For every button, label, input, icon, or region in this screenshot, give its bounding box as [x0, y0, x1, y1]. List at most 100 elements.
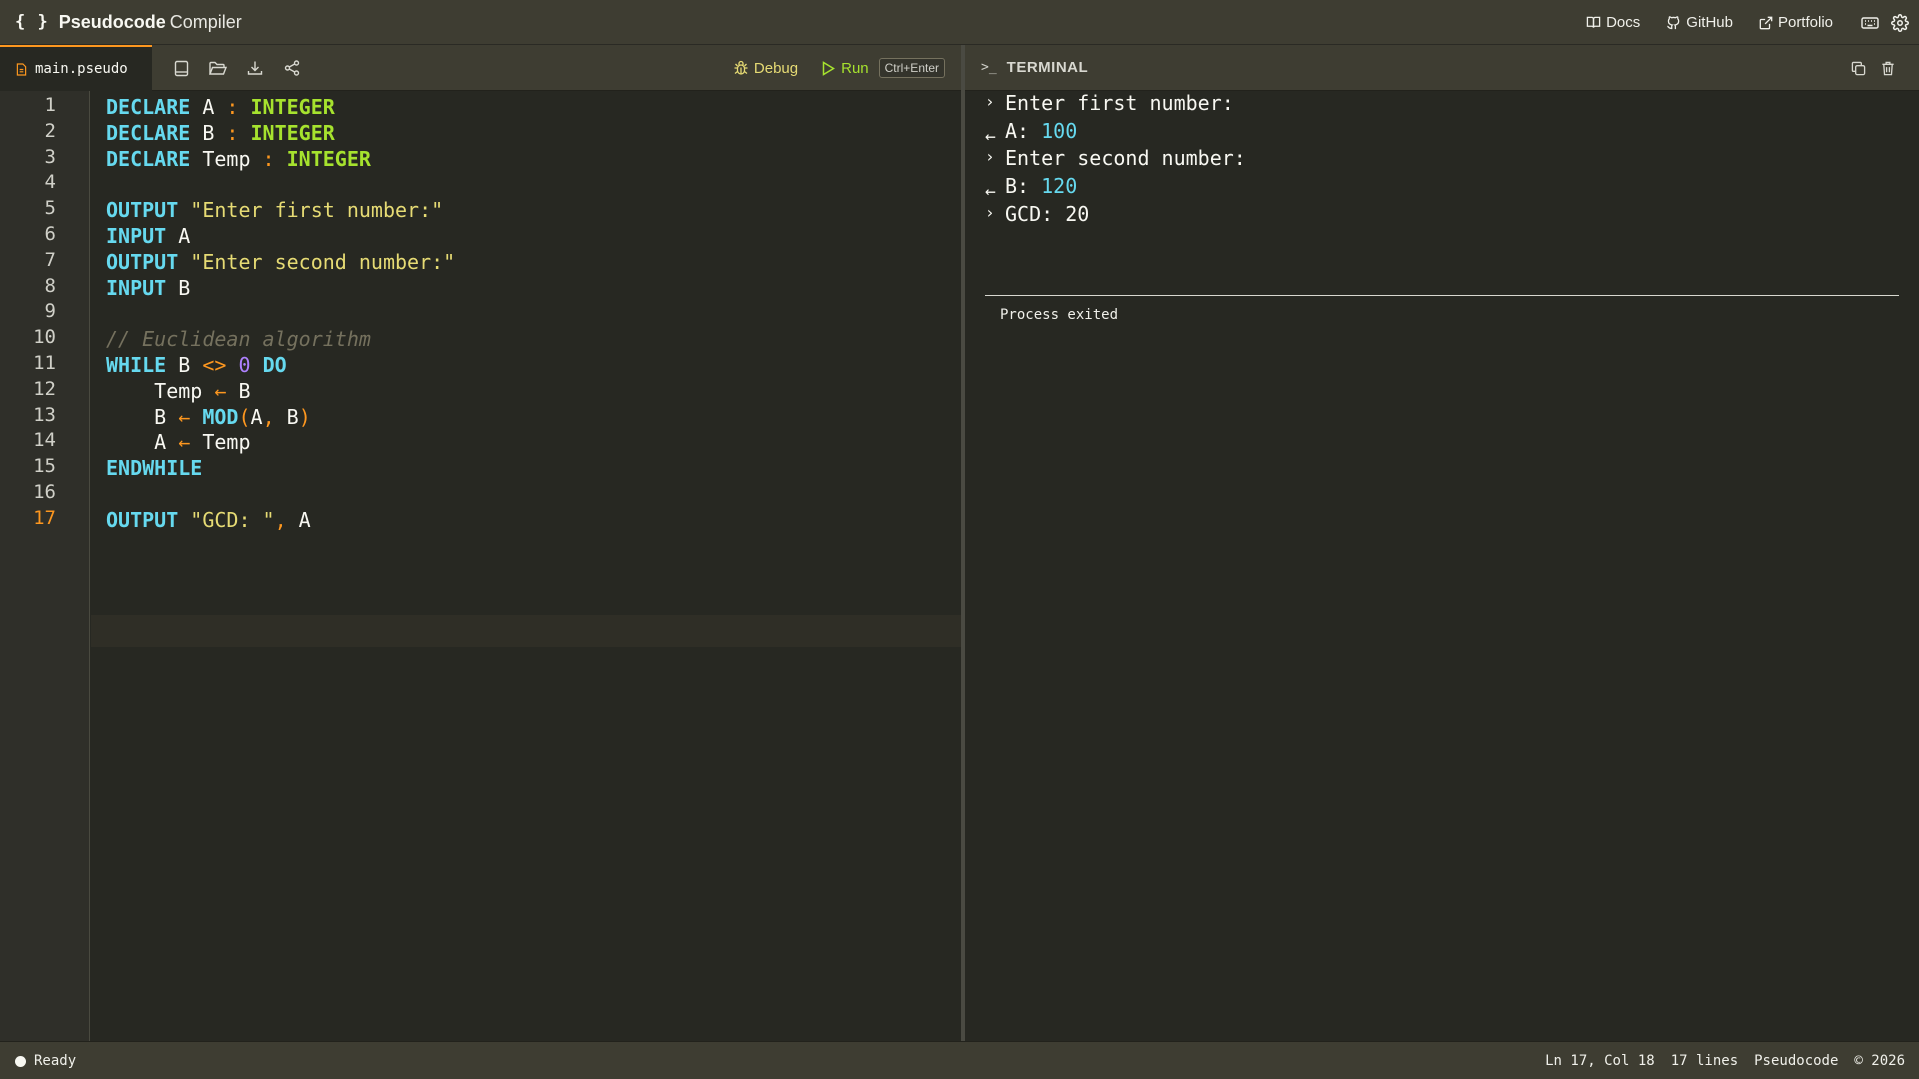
clear-terminal-button[interactable] — [1877, 57, 1899, 79]
terminal-input-value: 100 — [1041, 118, 1078, 143]
code-token: B — [166, 353, 203, 377]
debug-button-label: Debug — [753, 59, 799, 77]
portfolio-link-label: Portfolio — [1777, 14, 1833, 31]
code-line: DECLARE Temp : INTEGER — [106, 147, 371, 171]
terminal-text: Enter second number: — [1005, 146, 1246, 171]
github-icon — [1667, 16, 1680, 30]
copyright: © 2026 — [1854, 1053, 1905, 1069]
app-title-bold: Pseudocode — [58, 11, 166, 32]
play-icon — [822, 60, 836, 76]
code-token: : — [226, 120, 239, 145]
code-token: 0 — [238, 353, 251, 377]
process-exit-message: Process exited — [1000, 307, 1119, 323]
code-line: OUTPUT "Enter second number:" — [106, 250, 455, 274]
share-button[interactable] — [281, 57, 303, 79]
docs-link-label: Docs — [1606, 14, 1641, 31]
new-file-button[interactable] — [170, 57, 192, 79]
code-line: // Euclidean algorithm — [106, 327, 371, 351]
code-token: : — [262, 146, 275, 171]
terminal-text: Enter first number: — [1005, 91, 1234, 115]
run-button[interactable]: Run — [822, 60, 869, 77]
folder-open-icon — [209, 61, 227, 75]
code-editor[interactable]: DECLARE A : INTEGER DECLARE B : INTEGER DE… — [91, 91, 961, 1041]
terminal-actions — [1845, 45, 1905, 91]
github-link[interactable]: GitHub — [1666, 14, 1733, 31]
settings-button[interactable] — [1889, 12, 1911, 34]
terminal-separator — [985, 295, 1899, 296]
copy-output-button[interactable] — [1847, 57, 1869, 79]
code-token: // Euclidean algorithm — [106, 327, 371, 352]
code-token: "Enter second number:" — [190, 249, 456, 274]
debug-button[interactable]: Debug — [733, 60, 798, 77]
file-tab-label: main.pseudo — [35, 61, 128, 77]
code-line: ENDWHILE — [106, 456, 202, 480]
line-number: 4 — [44, 171, 56, 194]
line-number: 5 — [44, 197, 56, 220]
top-bar: { } Pseudocode Compiler Docs GitHub Port… — [0, 0, 1919, 45]
code-token: DECLARE — [106, 120, 191, 145]
code-line: Temp ← B — [106, 378, 250, 403]
language-mode[interactable]: Pseudocode — [1754, 1053, 1838, 1069]
file-tab-main[interactable]: main.pseudo — [0, 45, 152, 91]
code-token: A — [190, 95, 227, 119]
status-indicator-icon — [15, 1055, 26, 1067]
code-line: OUTPUT "GCD: ", A — [106, 508, 311, 532]
keyboard-shortcuts-button[interactable] — [1859, 12, 1881, 34]
run-button-label: Run — [841, 59, 869, 77]
active-line-highlight — [91, 615, 961, 647]
code-line: OUTPUT "Enter first number:" — [106, 198, 443, 222]
line-number: 1 — [44, 94, 56, 116]
code-token: INTEGER — [286, 146, 371, 171]
docs-link[interactable]: Docs — [1586, 14, 1640, 31]
open-file-button[interactable] — [207, 57, 229, 79]
input-arrow-icon: ← — [985, 181, 996, 203]
code-token: : — [226, 95, 239, 119]
code-token: OUTPUT — [106, 507, 179, 532]
brand[interactable]: { } Pseudocode Compiler — [15, 12, 242, 33]
cursor-position[interactable]: Ln 17, Col 18 — [1545, 1053, 1655, 1069]
copy-icon — [1851, 61, 1865, 75]
terminal-header: >_ TERMINAL — [965, 45, 1919, 91]
line-number: 15 — [33, 455, 56, 478]
code-token: , — [274, 507, 287, 532]
gear-icon — [1891, 13, 1909, 32]
terminal-title: TERMINAL — [1006, 59, 1089, 76]
code-token: INPUT — [106, 275, 167, 300]
code-token: MOD — [202, 404, 239, 429]
terminal-output[interactable]: Process exited › Enter first number: ← A: 1… — [965, 91, 1919, 1041]
code-token: WHILE — [106, 353, 167, 377]
external-link-icon — [1759, 16, 1773, 29]
terminal-output-line: › Enter first number: — [985, 91, 1234, 115]
status-right: Ln 17, Col 18 17 lines Pseudocode © 2026 — [1529, 1042, 1905, 1079]
status-state: Ready — [34, 1053, 77, 1069]
code-token: ← — [214, 378, 227, 403]
github-link-label: GitHub — [1686, 14, 1733, 31]
line-number: 7 — [44, 248, 56, 271]
new-file-icon — [174, 60, 188, 76]
code-token: Temp — [190, 430, 251, 455]
line-number: 11 — [33, 352, 56, 374]
code-line: INPUT A — [106, 224, 190, 248]
portfolio-link[interactable]: Portfolio — [1759, 14, 1833, 31]
file-actions — [170, 45, 318, 91]
download-button[interactable] — [244, 57, 266, 79]
code-token: Temp — [190, 146, 263, 171]
code-token: INPUT — [106, 224, 167, 248]
download-icon — [247, 61, 263, 75]
line-number: 3 — [44, 145, 56, 168]
editor-toolbar: main.pseudo Debug Run Ctrl+Enter — [0, 45, 961, 91]
line-number: 13 — [33, 403, 56, 426]
terminal-text: GCD: 20 — [1005, 201, 1090, 226]
line-number: 10 — [33, 326, 56, 349]
code-token: ENDWHILE — [106, 456, 203, 481]
code-token: A — [166, 224, 191, 248]
code-token: ( — [238, 404, 251, 429]
file-icon — [16, 62, 27, 76]
